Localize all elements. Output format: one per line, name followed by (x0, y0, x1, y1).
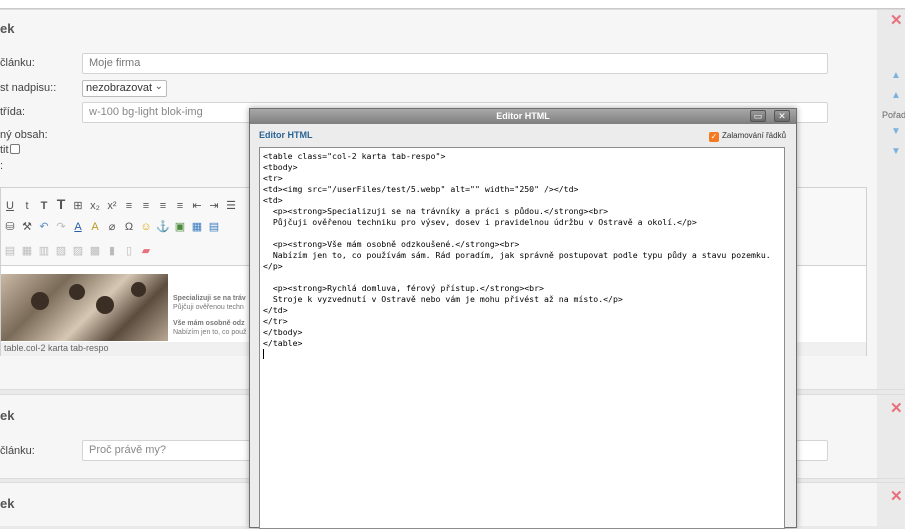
remove-format-icon[interactable]: ⌀ (105, 220, 119, 233)
heading-visibility-select[interactable]: nezobrazovat ⌄ (82, 80, 167, 97)
bg-color-icon[interactable]: A (88, 221, 102, 233)
table-icon-c[interactable]: ▥ (37, 244, 51, 257)
delete-block-icon[interactable]: ▰ (139, 244, 153, 257)
table-icon-b[interactable]: ▦ (20, 244, 34, 257)
line-wrap-checkbox[interactable]: ✓ (709, 132, 719, 142)
toolbar-row-1: Ut T T ⊞ x₂ x² ≡ ≡ ≡ ≡ ⇤ ⇥ ☰ (3, 196, 241, 214)
article-title-label: článku: (0, 445, 35, 457)
block-title: ek (0, 408, 15, 423)
list-icon[interactable]: ☰ (224, 199, 238, 212)
chevron-down-icon: ⌄ (154, 81, 163, 92)
thumb-figure-4 (131, 282, 146, 297)
text-color-icon[interactable]: A (71, 221, 85, 233)
indent-icon[interactable]: ⇥ (207, 199, 221, 212)
text-caret (263, 349, 264, 359)
find-icon[interactable]: ⛁ (3, 220, 17, 233)
text-size-large-icon[interactable]: T (54, 196, 68, 212)
html-code: <table class="col-2 karta tab-respo"> <t… (263, 151, 771, 348)
html-code-textarea[interactable]: <table class="col-2 karta tab-respo"> <t… (259, 147, 785, 529)
content-checkbox[interactable] (10, 144, 20, 154)
move-up-icon[interactable]: ▲ (891, 90, 901, 101)
dialog-title: Editor HTML (496, 111, 550, 121)
content-text-2: Půjčuji ověřenou techn (173, 304, 244, 311)
colon-label: : (0, 160, 4, 172)
image-icon[interactable]: ▣ (173, 220, 187, 233)
close-icon[interactable]: ✕ (774, 110, 790, 122)
toolbar-row-3: ▤ ▦ ▥ ▧ ▨ ▩ ▮ ▯ ▰ (3, 244, 156, 262)
redo-icon[interactable]: ↷ (54, 220, 68, 233)
undo-icon[interactable]: ↶ (37, 220, 51, 233)
table-icon-g[interactable]: ▮ (105, 244, 119, 257)
text-size-medium-icon[interactable]: T (37, 200, 51, 212)
template-icon[interactable]: ▤ (207, 220, 221, 233)
html-editor-dialog: Editor HTML ▭ ✕ Editor HTML ✓ Zalamování… (249, 108, 797, 529)
dialog-titlebar[interactable]: Editor HTML (250, 109, 796, 124)
table-icon-d[interactable]: ▧ (54, 244, 68, 257)
content-text-4: Nabízím jen to, co použ (173, 329, 247, 336)
delete-block-2-icon[interactable]: ✕ (890, 399, 903, 417)
text-size-small-icon[interactable]: t (20, 200, 34, 212)
delete-block-1-icon[interactable]: ✕ (890, 11, 903, 29)
delete-block-3-icon[interactable]: ✕ (890, 487, 903, 505)
anchor-icon[interactable]: ⚓ (156, 220, 170, 233)
move-top-icon[interactable]: ▲ (891, 70, 901, 81)
superscript-icon[interactable]: x² (105, 200, 119, 212)
order-label: Pořad (882, 110, 905, 120)
block-title: ek (0, 21, 15, 36)
align-right-icon[interactable]: ≡ (156, 200, 170, 212)
smiley-icon[interactable]: ☺ (139, 221, 153, 233)
content-label: ný obsah: (0, 129, 48, 141)
subscript-icon[interactable]: x₂ (88, 200, 102, 212)
line-wrap-label: Zalamování řádků (722, 131, 787, 140)
gallery-icon[interactable]: ▦ (190, 220, 204, 233)
heading-visibility-value: nezobrazovat (86, 82, 153, 94)
table-icon-e[interactable]: ▨ (71, 244, 85, 257)
table-icon-a[interactable]: ▤ (3, 244, 17, 257)
css-class-label: třída: (0, 106, 26, 118)
align-center-icon[interactable]: ≡ (139, 200, 153, 212)
top-bar (0, 0, 905, 9)
outdent-icon[interactable]: ⇤ (190, 199, 204, 212)
insert-table-icon[interactable]: ⊞ (71, 199, 85, 212)
order-rail-1 (877, 9, 905, 390)
toolbar-row-2: ⛁ ⚒ ↶ ↷ A A ⌀ Ω ☺ ⚓ ▣ ▦ ▤ (3, 220, 224, 238)
move-bottom-icon[interactable]: ▼ (891, 146, 901, 157)
block-title: ek (0, 496, 15, 511)
checkbox-label: tit (0, 144, 9, 156)
article-title-label: článku: (0, 57, 35, 69)
heading-visibility-label: st nadpisu:: (0, 82, 57, 94)
underline-icon[interactable]: U (3, 200, 17, 212)
special-char-icon[interactable]: Ω (122, 221, 136, 233)
thumb-figure-1 (31, 292, 49, 310)
thumb-figure-3 (96, 296, 114, 314)
move-down-icon[interactable]: ▼ (891, 126, 901, 137)
maximize-icon[interactable]: ▭ (750, 110, 766, 122)
replace-icon[interactable]: ⚒ (20, 220, 34, 233)
content-text-1: Specializuji se na tráv (173, 295, 246, 302)
content-text-3: Vše mám osobně odz (173, 320, 245, 327)
table-icon-f[interactable]: ▩ (88, 244, 102, 257)
align-justify-icon[interactable]: ≡ (173, 200, 187, 212)
thumb-figure-2 (69, 284, 85, 300)
table-icon-h[interactable]: ▯ (122, 244, 136, 257)
content-image (1, 274, 168, 341)
align-left-icon[interactable]: ≡ (122, 200, 136, 212)
editor-label: Editor HTML (259, 130, 313, 140)
article-title-input[interactable]: Moje firma (82, 53, 828, 74)
